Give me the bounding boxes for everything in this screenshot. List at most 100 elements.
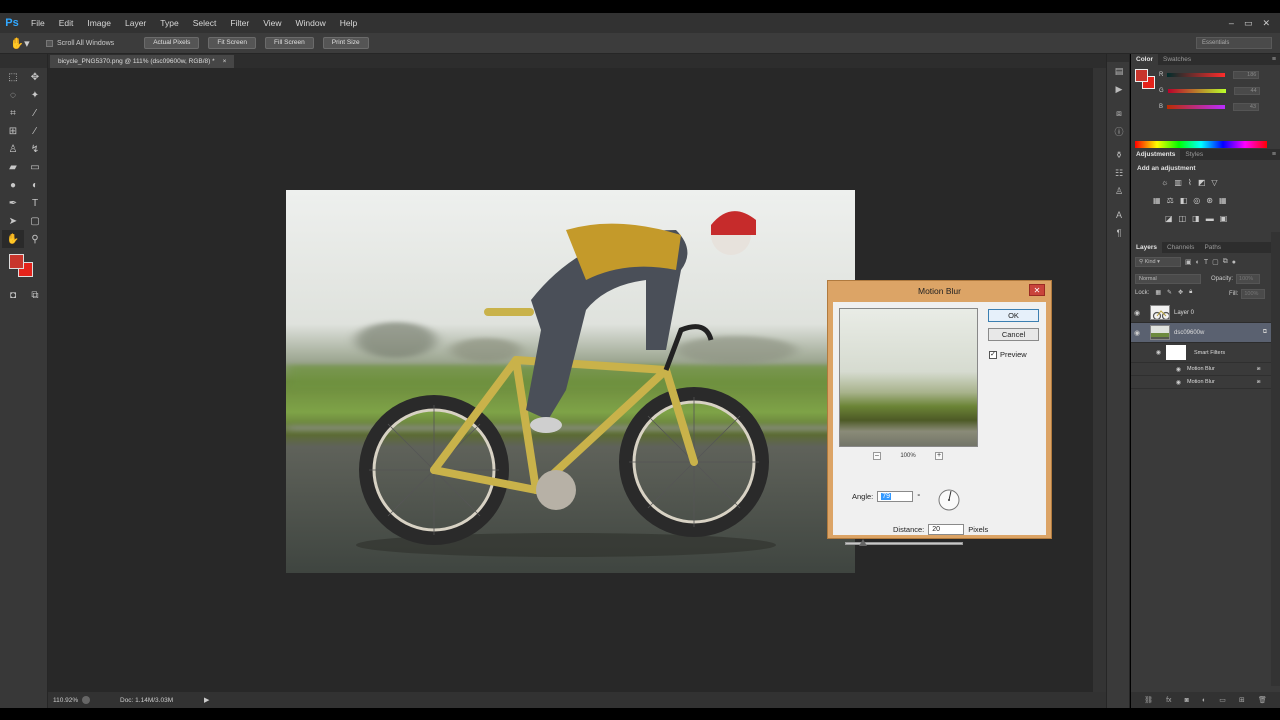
lock-image-icon[interactable]: ✎: [1167, 289, 1172, 296]
new-group-icon[interactable]: ▭: [1219, 696, 1226, 704]
actions-panel-icon[interactable]: ▶: [1107, 80, 1131, 98]
menu-image[interactable]: Image: [80, 13, 118, 33]
link-layers-icon[interactable]: ⛓: [1144, 696, 1153, 704]
adjustment-filter-icon[interactable]: ◐: [1196, 259, 1200, 266]
tab-color[interactable]: Color: [1131, 54, 1158, 65]
layer-style-icon[interactable]: fx: [1166, 697, 1171, 704]
color-balance-icon[interactable]: ⚖: [1167, 196, 1174, 205]
angle-dial[interactable]: [938, 489, 960, 511]
history-brush-tool-icon[interactable]: ↯: [24, 140, 46, 158]
distance-slider-thumb[interactable]: [859, 539, 867, 546]
filter-preview[interactable]: [839, 308, 978, 447]
type-filter-icon[interactable]: T: [1204, 259, 1208, 266]
shape-filter-icon[interactable]: ▢: [1212, 258, 1219, 266]
channel-mixer-icon[interactable]: ⊛: [1206, 196, 1213, 205]
hue-saturation-icon[interactable]: ▦: [1153, 196, 1161, 205]
visibility-eye-icon[interactable]: ◉: [1131, 329, 1143, 337]
preview-checkbox-box[interactable]: ✓: [989, 350, 997, 359]
lasso-tool-icon[interactable]: ◌: [2, 86, 24, 104]
filter-eye-icon[interactable]: ◉: [1131, 366, 1181, 373]
angle-input[interactable]: 79: [877, 491, 914, 502]
brightness-contrast-icon[interactable]: ☼: [1161, 178, 1168, 187]
menu-file[interactable]: File: [24, 13, 52, 33]
move-tool-icon[interactable]: ✥: [24, 68, 46, 86]
dodge-tool-icon[interactable]: ◐: [24, 176, 46, 194]
color-lookup-icon[interactable]: ▦: [1219, 196, 1227, 205]
tab-channels[interactable]: Channels: [1162, 242, 1199, 253]
distance-slider[interactable]: [845, 539, 963, 546]
red-slider[interactable]: [1167, 73, 1226, 77]
ok-button[interactable]: OK: [988, 309, 1039, 322]
tab-styles[interactable]: Styles: [1180, 149, 1208, 160]
threshold-icon[interactable]: ◨: [1192, 214, 1200, 223]
opacity-input[interactable]: 100%: [1236, 274, 1261, 284]
menu-help[interactable]: Help: [333, 13, 364, 33]
menu-type[interactable]: Type: [153, 13, 185, 33]
smart-filter-mask-thumbnail[interactable]: [1166, 345, 1186, 360]
menu-layer[interactable]: Layer: [118, 13, 153, 33]
lock-transparent-icon[interactable]: ▦: [1155, 289, 1161, 296]
tab-paths[interactable]: Paths: [1199, 242, 1226, 253]
eyedropper-tool-icon[interactable]: ⁄: [24, 104, 46, 122]
visibility-eye-icon[interactable]: ◉: [1131, 309, 1143, 317]
green-slider[interactable]: [1167, 89, 1226, 93]
menu-window[interactable]: Window: [288, 13, 332, 33]
photo-filter-icon[interactable]: ◎: [1193, 196, 1200, 205]
tab-adjustments[interactable]: Adjustments: [1131, 149, 1181, 160]
info-panel-icon[interactable]: ⓘ: [1107, 122, 1131, 140]
selective-color-icon[interactable]: ▣: [1220, 214, 1228, 223]
lock-position-icon[interactable]: ✥: [1178, 289, 1183, 296]
properties-panel-icon[interactable]: ⧈: [1107, 104, 1131, 122]
fit-screen-button[interactable]: Fit Screen: [208, 37, 257, 49]
brush-tool-icon[interactable]: ∕: [24, 122, 46, 140]
menu-edit[interactable]: Edit: [52, 13, 81, 33]
type-tool-icon[interactable]: T: [24, 194, 46, 212]
paragraph-panel-icon[interactable]: ¶: [1107, 224, 1131, 242]
delete-layer-icon[interactable]: 🗑︎: [1258, 696, 1267, 704]
pixel-filter-icon[interactable]: ▣: [1185, 258, 1192, 266]
tab-layers[interactable]: Layers: [1131, 242, 1162, 253]
smart-object-filter-icon[interactable]: ⧉: [1223, 258, 1228, 266]
blending-options-icon[interactable]: ≆: [1256, 379, 1261, 385]
lock-all-icon[interactable]: 🔒︎: [1189, 289, 1192, 296]
panel-menu-icon[interactable]: ≡: [1272, 54, 1276, 65]
close-window-button[interactable]: ✕: [1262, 18, 1270, 29]
add-mask-icon[interactable]: ◙: [1185, 697, 1189, 704]
color-panel-foreground[interactable]: [1135, 69, 1148, 82]
blue-value[interactable]: 43: [1233, 103, 1260, 111]
canvas-vertical-scrollbar[interactable]: [1093, 68, 1106, 692]
fill-input[interactable]: 100%: [1241, 289, 1266, 299]
tools-grip[interactable]: [0, 54, 47, 68]
layer-row[interactable]: ◉ Layer 0: [1131, 303, 1271, 323]
status-zoom[interactable]: 110.92%: [48, 697, 82, 704]
tab-swatches[interactable]: Swatches: [1158, 54, 1196, 65]
actual-pixels-button[interactable]: Actual Pixels: [144, 37, 200, 49]
healing-brush-tool-icon[interactable]: ⊞: [2, 122, 24, 140]
exposure-icon[interactable]: ◩: [1198, 178, 1206, 187]
vibrance-icon[interactable]: ▽: [1211, 178, 1217, 187]
brush-panel-icon[interactable]: ⚱: [1107, 146, 1131, 164]
red-value[interactable]: 186: [1233, 71, 1260, 79]
eraser-tool-icon[interactable]: ▰: [2, 158, 24, 176]
clone-stamp-tool-icon[interactable]: ♙: [2, 140, 24, 158]
preview-checkbox[interactable]: ✓ Preview: [989, 350, 1027, 359]
path-selection-tool-icon[interactable]: ➤: [2, 212, 24, 230]
status-info-icon[interactable]: [82, 696, 90, 704]
cancel-button[interactable]: Cancel: [988, 328, 1039, 341]
hand-tool-icon[interactable]: ✋: [2, 230, 24, 248]
posterize-icon[interactable]: ◫: [1179, 214, 1187, 223]
blur-tool-icon[interactable]: ●: [2, 176, 24, 194]
gradient-tool-icon[interactable]: ▭: [24, 158, 46, 176]
levels-icon[interactable]: ▥: [1174, 178, 1182, 187]
layer-kind-filter[interactable]: ⚲ Kind ▾: [1135, 257, 1181, 267]
document-tab[interactable]: bicycle_PNG5370.png @ 111% (dsc09600w, R…: [50, 55, 235, 68]
shape-tool-icon[interactable]: ▢: [24, 212, 46, 230]
clone-source-icon[interactable]: ♙: [1107, 182, 1131, 200]
minimize-button[interactable]: –: [1229, 18, 1234, 28]
filter-row[interactable]: ◉ Motion Blur ≆: [1131, 376, 1271, 389]
scroll-all-windows-checkbox[interactable]: Scroll All Windows: [46, 39, 114, 47]
crop-tool-icon[interactable]: ⌗: [2, 104, 24, 122]
filter-eye-icon[interactable]: ◉: [1131, 379, 1181, 386]
black-white-icon[interactable]: ◧: [1180, 196, 1188, 205]
quick-mask-icon[interactable]: ◘: [2, 286, 24, 304]
